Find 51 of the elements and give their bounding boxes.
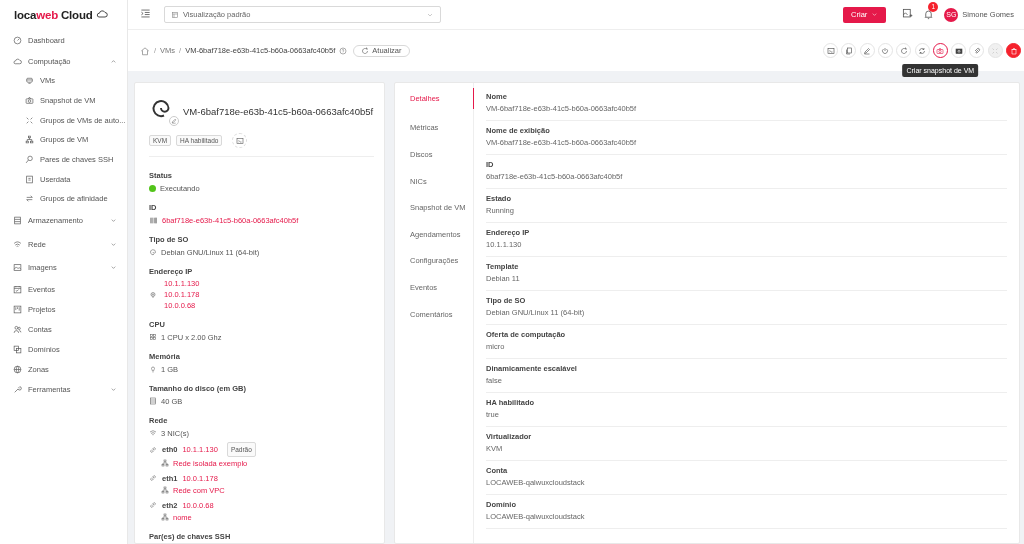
hierarchy-icon xyxy=(161,513,169,521)
storage-icon xyxy=(13,216,22,226)
reload-icon xyxy=(899,46,908,55)
calendar-icon xyxy=(13,284,22,294)
camera-icon xyxy=(954,46,963,55)
cloud-icon xyxy=(94,8,109,20)
document-icon xyxy=(25,174,34,184)
calendar-icon xyxy=(171,10,179,19)
expand-icon xyxy=(991,46,1000,55)
edit-icon xyxy=(863,46,872,55)
brand-logo[interactable]: locaweb Cloud xyxy=(14,9,93,21)
gauge-icon xyxy=(13,35,22,45)
trash-icon xyxy=(1009,46,1018,55)
swirl-icon xyxy=(149,248,157,256)
menu-fold-icon[interactable] xyxy=(140,8,151,19)
expand-icon xyxy=(25,115,34,125)
reload-icon xyxy=(361,46,370,55)
help-icon[interactable] xyxy=(339,46,348,55)
action-button[interactable] xyxy=(1006,43,1021,58)
terminal-icon xyxy=(235,136,244,145)
home-icon[interactable] xyxy=(140,45,150,56)
add-image-icon[interactable] xyxy=(902,8,914,19)
camera-icon xyxy=(25,96,34,106)
hierarchy-icon xyxy=(161,486,169,494)
search-icon xyxy=(25,155,34,165)
link-icon xyxy=(149,501,157,509)
terminal-icon xyxy=(826,46,835,55)
link-icon xyxy=(149,445,157,454)
hierarchy-icon xyxy=(161,459,169,467)
camera-icon xyxy=(936,46,945,55)
cloud-icon xyxy=(13,56,22,66)
wifi-icon xyxy=(149,429,157,437)
hierarchy-icon xyxy=(25,135,34,145)
globe-icon xyxy=(13,364,22,374)
swap-icon xyxy=(25,194,34,204)
squares-icon xyxy=(13,344,22,354)
image-icon xyxy=(13,263,22,273)
sync-icon xyxy=(918,46,926,55)
edit-icon[interactable] xyxy=(169,116,179,126)
link-icon xyxy=(149,474,157,482)
bulb-icon xyxy=(149,365,157,373)
wifi-icon xyxy=(13,239,22,249)
caret-icon xyxy=(871,11,879,18)
paperclip-icon xyxy=(972,46,981,55)
vm-name: VM-6baf718e-e63b-41c5-b60a-0663afc40b5f xyxy=(183,105,374,117)
barcode-icon xyxy=(149,215,158,225)
bell-icon[interactable] xyxy=(923,9,935,20)
storage-icon xyxy=(149,397,157,405)
people-icon xyxy=(13,324,22,334)
grid-icon xyxy=(149,333,157,341)
copy-icon xyxy=(844,46,853,55)
